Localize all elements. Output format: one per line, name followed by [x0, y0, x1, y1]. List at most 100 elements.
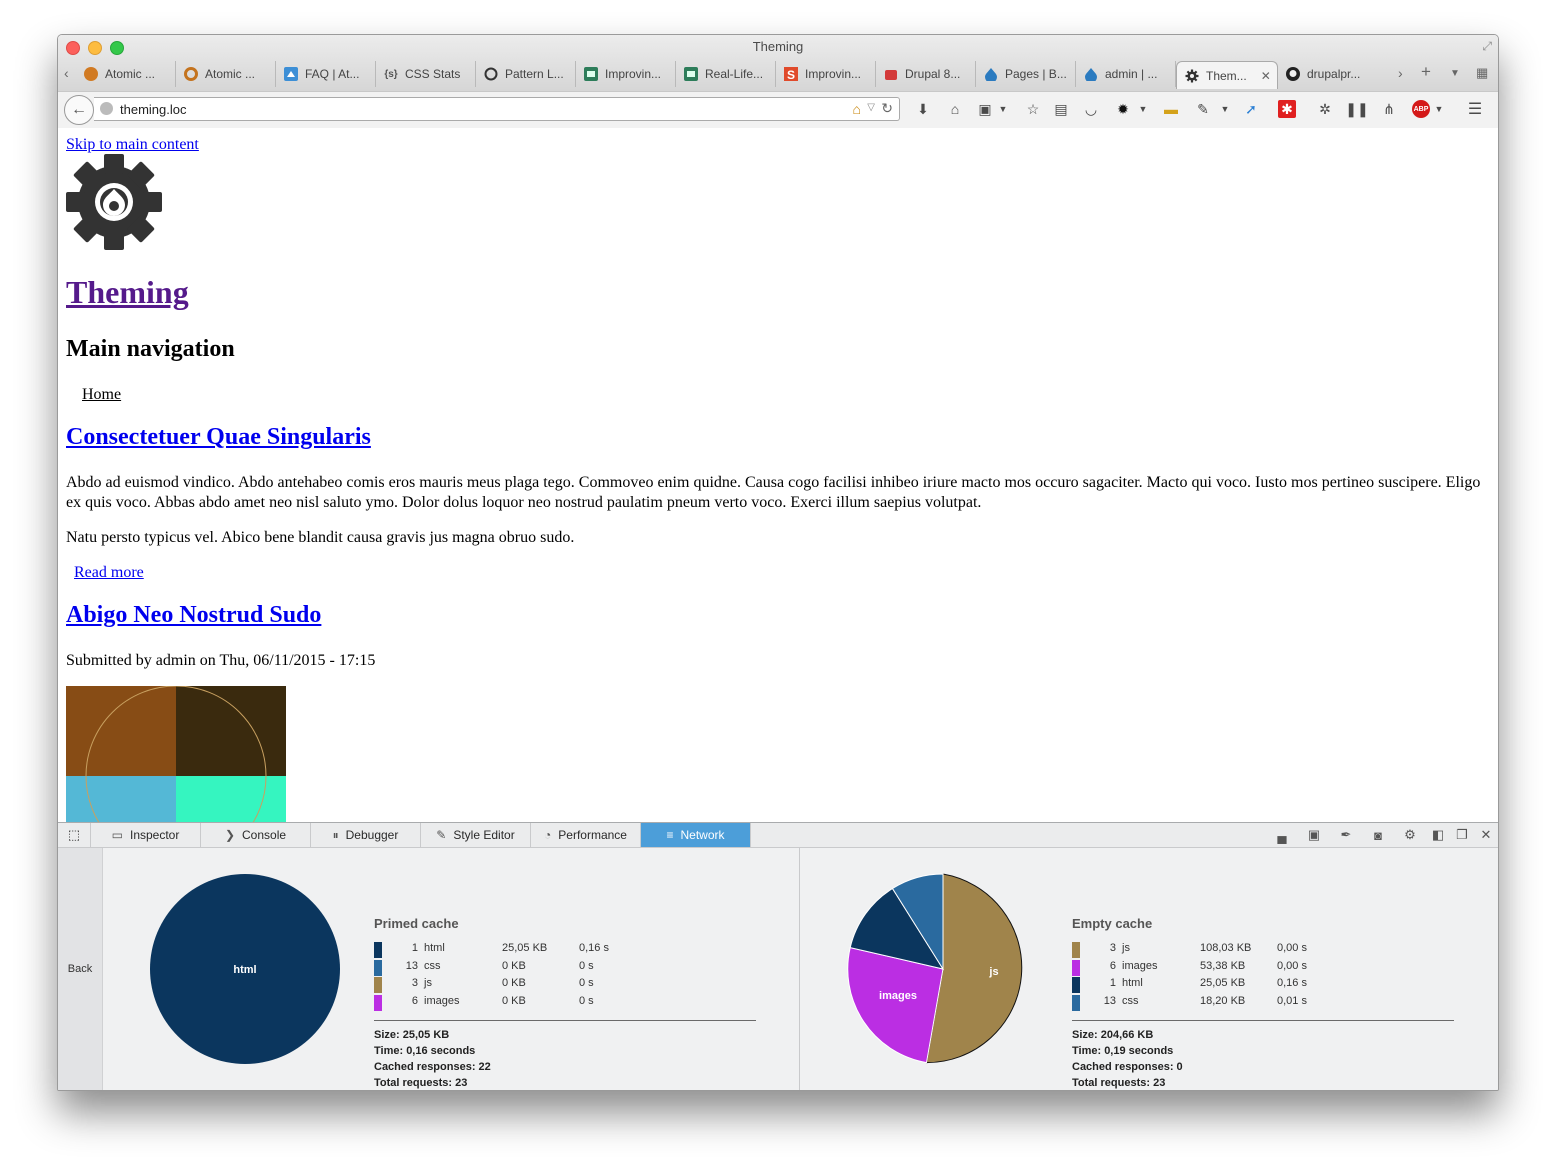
legend-swatch	[1072, 942, 1080, 958]
eyedropper-icon[interactable]: ✒	[1330, 827, 1362, 843]
responsive-mode-icon[interactable]: ▣	[1298, 827, 1330, 843]
summary-divider	[374, 1020, 756, 1021]
reload-icon[interactable]: ↻	[881, 100, 893, 117]
tab-label: Real-Life...	[705, 67, 764, 81]
download-icon[interactable]: ⬇	[914, 100, 932, 118]
tab-groups-icon[interactable]: ▦	[1476, 65, 1488, 81]
legend-type: images	[1122, 959, 1158, 972]
cursor-select-icon[interactable]: ➚	[1242, 100, 1260, 118]
devtools-toolbar: ⬚ ▭ Inspector ❯ Console ⏸ Debugger ✎ Style E…	[58, 822, 1498, 848]
legend-type: css	[1122, 994, 1139, 1007]
home-icon[interactable]: ⌂	[946, 100, 964, 118]
summary-time: Time: 0,19 seconds	[1072, 1045, 1174, 1057]
legend-type: html	[424, 942, 445, 954]
sync-dropdown-icon[interactable]: ▼	[994, 100, 1012, 118]
tab-list-icon[interactable]: ▼	[1450, 68, 1460, 79]
sitemap-icon[interactable]: ⋔	[1380, 100, 1398, 118]
tab-improving-2[interactable]: S Improvin...	[776, 61, 876, 87]
tab-scroll-left-icon[interactable]: ‹	[64, 65, 69, 81]
tab-real-life[interactable]: Real-Life...	[676, 61, 776, 87]
tab-strip: ‹ Atomic ... Atomic ... FAQ | At... {s} …	[58, 59, 1498, 89]
browser-window: Theming ⤢ ‹ Atomic ... Atomic ... FAQ | …	[57, 34, 1499, 1091]
skip-to-main-link[interactable]: Skip to main content	[66, 136, 199, 154]
legend-size: 0 KB	[502, 959, 526, 972]
bug-icon[interactable]: ✲	[1316, 100, 1334, 118]
undock-window-icon[interactable]: ❐	[1450, 827, 1474, 843]
devtools-tab-network[interactable]: ≡ Network	[641, 823, 751, 847]
close-devtools-icon[interactable]: ✕	[1474, 827, 1498, 843]
developer-dropdown-icon[interactable]: ▼	[1134, 100, 1152, 118]
element-picker-icon[interactable]: ⬚	[58, 823, 91, 847]
back-button[interactable]: ←	[64, 95, 94, 125]
summary-total: Total requests: 23	[374, 1077, 468, 1089]
article-title-link[interactable]: Abigo Neo Nostrud Sudo	[66, 602, 321, 629]
devtools-tab-console[interactable]: ❯ Console	[201, 823, 311, 847]
tab-pages[interactable]: Pages | B...	[976, 61, 1076, 87]
site-name-link[interactable]: Theming	[66, 274, 189, 311]
empty-cache-summary: Size: 204,66 KB Time: 0,19 seconds Cache…	[1072, 1027, 1183, 1090]
devtools-settings-gear-icon[interactable]: ⚙	[1394, 827, 1426, 843]
split-console-icon[interactable]: ▄	[1266, 828, 1298, 843]
gear-icon	[1185, 69, 1199, 83]
adblock-icon[interactable]: ABP	[1412, 100, 1430, 118]
footprints-icon[interactable]: ❚❚	[1345, 100, 1368, 118]
menu-icon[interactable]: ☰	[1466, 100, 1484, 118]
pocket-icon[interactable]: ◡	[1082, 100, 1100, 118]
red-asterisk-icon[interactable]: ✱	[1278, 100, 1296, 118]
tab-improving-1[interactable]: Improvin...	[576, 61, 676, 87]
paint-dropdown-icon[interactable]: ▼	[1216, 100, 1234, 118]
legend-type: css	[424, 959, 441, 972]
url-dropdown-icon[interactable]: ▽	[867, 102, 875, 113]
paint-icon[interactable]: ✎	[1194, 100, 1212, 118]
tab-label: Console	[242, 828, 287, 842]
site-logo-gear-icon[interactable]	[66, 154, 162, 250]
tab-pattern[interactable]: Pattern L...	[476, 61, 576, 87]
legend-count: 13	[1103, 994, 1116, 1007]
tab-theming-active[interactable]: Them... ✕	[1176, 61, 1278, 89]
tab-css-stats[interactable]: {s} CSS Stats	[376, 61, 476, 87]
devtools-tab-inspector[interactable]: ▭ Inspector	[91, 823, 201, 847]
tab-faq[interactable]: FAQ | At...	[276, 61, 376, 87]
screenshot-camera-icon[interactable]: ◙	[1362, 828, 1394, 843]
devtools-tab-debugger[interactable]: ⏸ Debugger	[311, 823, 421, 847]
article-title-link[interactable]: Consectetuer Quae Singularis	[66, 424, 371, 451]
orange-circle-icon	[84, 67, 98, 81]
ruler-icon[interactable]: ▬	[1162, 100, 1180, 118]
home-nav-link[interactable]: Home	[82, 386, 121, 404]
blue-house-icon	[284, 67, 298, 81]
navigation-toolbar: ← theming.loc ⌂ ▽ ↻ ⬇ ⌂ ▣ ▼ ☆ ▤ ◡ ✹ ▼ ▬ …	[58, 91, 1498, 129]
devtools-tab-style-editor[interactable]: ✎ Style Editor	[421, 823, 531, 847]
green-box-icon	[684, 67, 698, 81]
home-page-icon[interactable]: ⌂	[853, 101, 861, 117]
bookmark-star-icon[interactable]: ☆	[1024, 100, 1042, 118]
tab-admin[interactable]: admin | ...	[1076, 61, 1176, 87]
dock-side-icon[interactable]: ◧	[1426, 827, 1450, 843]
sync-icon[interactable]: ▣	[976, 100, 994, 118]
back-button[interactable]: Back	[58, 848, 103, 1090]
tab-drupal8[interactable]: Drupal 8...	[876, 61, 976, 87]
tab-github[interactable]: drupalpr...	[1278, 61, 1388, 87]
legend-row: 3 js 0 KB 0 s	[374, 977, 674, 994]
tab-atomic-2[interactable]: Atomic ...	[176, 61, 276, 87]
legend-swatch	[1072, 994, 1080, 1011]
adblock-dropdown-icon[interactable]: ▼	[1430, 100, 1448, 118]
devtools-tab-performance[interactable]: ◔ Performance	[531, 823, 641, 847]
tab-scroll-right-icon[interactable]: ›	[1398, 65, 1403, 81]
empty-cache-pie-chart: js images	[847, 873, 1023, 1064]
debugger-icon: ⏸	[332, 827, 339, 842]
tab-label: Pages | B...	[1005, 67, 1067, 81]
fullscreen-icon[interactable]: ⤢	[1482, 39, 1492, 54]
reading-list-icon[interactable]: ▤	[1052, 100, 1070, 118]
tab-atomic-1[interactable]: Atomic ...	[76, 61, 176, 87]
read-more-link[interactable]: Read more	[74, 564, 144, 582]
legend-size: 108,03 KB	[1200, 942, 1252, 954]
legend-swatch	[374, 942, 382, 958]
close-tab-icon[interactable]: ✕	[1261, 69, 1271, 83]
url-bar[interactable]: theming.loc ⌂ ▽ ↻	[94, 97, 900, 121]
new-tab-icon[interactable]: +	[1421, 62, 1431, 82]
tab-label: Drupal 8...	[905, 67, 961, 81]
url-text[interactable]: theming.loc	[120, 102, 186, 117]
developer-gear-icon[interactable]: ✹	[1114, 100, 1132, 118]
legend-size: 18,20 KB	[1200, 994, 1246, 1007]
submitted-byline: Submitted by admin on Thu, 06/11/2015 - …	[66, 652, 376, 669]
